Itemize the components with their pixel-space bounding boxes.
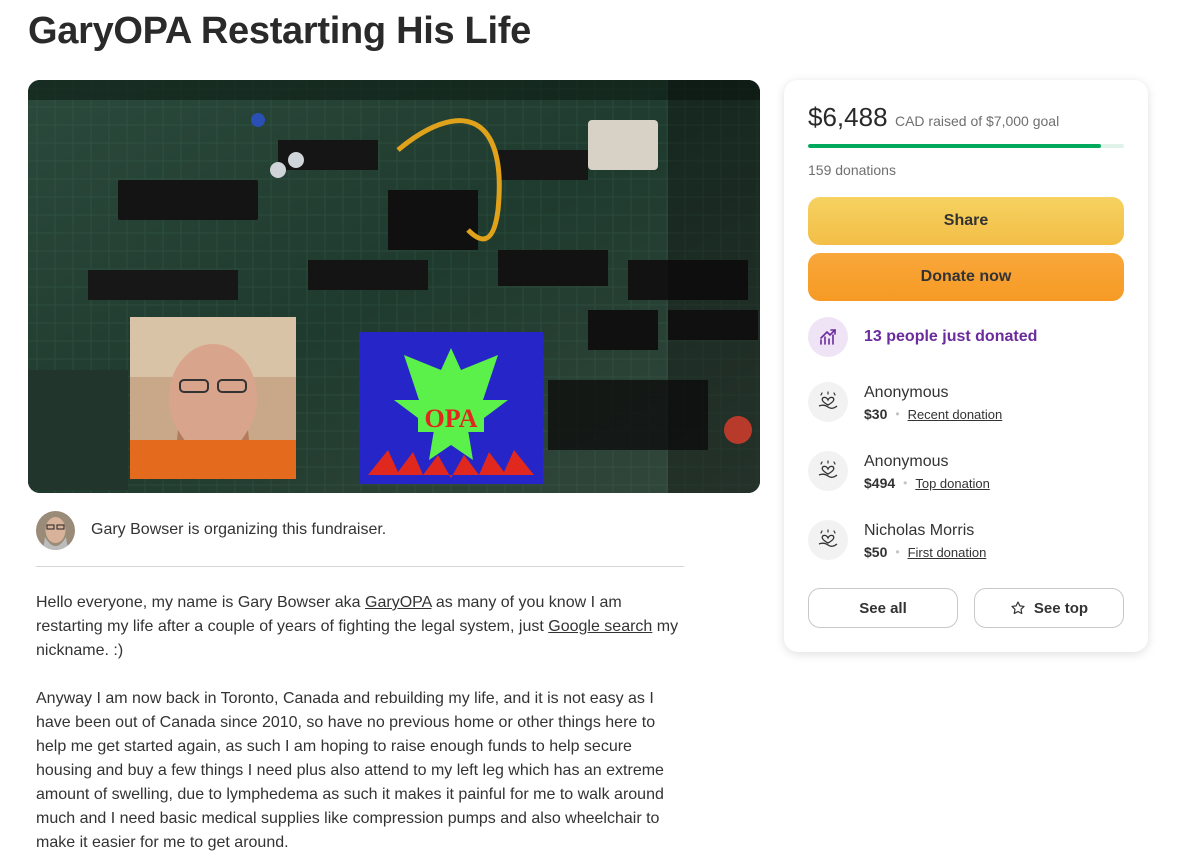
hero-image[interactable]: OPA [28,80,760,493]
trend-text: 13 people just donated [864,328,1038,345]
donor-info: Anonymous $494 • Top donation [864,451,990,491]
donor-amount: $494 [864,475,896,491]
raised-summary: $6,488 CAD raised of $7,000 goal [808,102,1059,133]
story: Hello everyone, my name is Gary Bowser a… [36,591,686,865]
heart-hand-icon [808,520,848,560]
organizer-row: Gary Bowser is organizing this fundraise… [36,511,684,567]
donor-tag[interactable]: Top donation [915,476,989,491]
star-icon [1011,601,1025,615]
donor-amount: $50 [864,544,888,560]
donations-count: 159 donations [808,162,896,178]
separator-dot: • [903,476,908,490]
share-button[interactable]: Share [808,197,1124,245]
organizer-text: Gary Bowser is organizing this fundraise… [91,521,387,538]
heart-hand-icon [808,451,848,491]
donor-meta: $494 • Top donation [864,475,990,491]
raised-goal: CAD raised of $7,000 goal [894,113,1060,129]
story-paragraph-2: Anyway I am now back in Toronto, Canada … [36,690,664,851]
donor-name: Nicholas Morris [864,522,975,539]
avatar[interactable] [36,511,75,550]
donor-name: Anonymous [864,384,949,401]
donor-meta: $50 • First donation [864,544,986,560]
see-all-button[interactable]: See all [808,588,958,628]
separator-dot: • [895,545,900,559]
circuit-board-photo: OPA [28,80,760,493]
see-top-label: See top [1033,599,1089,617]
recent-donations-trend: 13 people just donated [808,317,1037,357]
heart-hand-icon [808,382,848,422]
story-paragraph-1: Hello everyone, my name is Gary Bowser a… [36,591,686,663]
page-title: GaryOPA Restarting His Life [28,10,531,52]
donor-tag[interactable]: First donation [908,545,987,560]
see-top-button[interactable]: See top [974,588,1124,628]
trending-up-icon [808,317,848,357]
donor-info: Anonymous $30 • Recent donation [864,382,1002,422]
portrait-photo [130,317,296,479]
donor-info: Nicholas Morris $50 • First donation [864,520,986,560]
donation-sidebar: $6,488 CAD raised of $7,000 goal 159 don… [784,80,1148,652]
donor-meta: $30 • Recent donation [864,406,1002,422]
garyopa-link[interactable]: GaryOPA [365,594,431,611]
separator-dot: • [895,407,900,421]
donor-amount: $30 [864,406,888,422]
donor-item: Nicholas Morris $50 • First donation [808,520,986,560]
story-text: Hello everyone, my name is Gary Bowser a… [36,594,366,611]
opa-logo-text: OPA [425,404,478,433]
donor-item: Anonymous $30 • Recent donation [808,382,1002,422]
donor-tag[interactable]: Recent donation [908,407,1003,422]
donor-name: Anonymous [864,453,949,470]
google-search-link[interactable]: Google search [548,618,652,635]
raised-amount: $6,488 [808,102,888,132]
progress-fill [808,144,1101,148]
donor-item: Anonymous $494 • Top donation [808,451,990,491]
progress-bar [808,144,1124,148]
donate-now-button[interactable]: Donate now [808,253,1124,301]
